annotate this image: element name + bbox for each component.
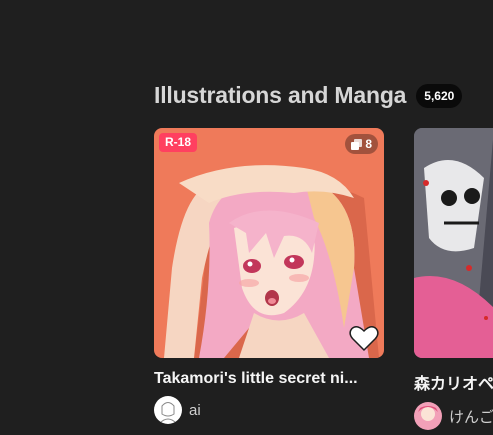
avatar (414, 402, 442, 430)
author-link[interactable]: ai (154, 396, 384, 424)
artwork-thumbnail[interactable]: R-18 8 (154, 128, 384, 358)
artwork-title[interactable]: Takamori's little secret ni... (154, 370, 378, 388)
author-name: ai (189, 401, 201, 419)
avatar (154, 396, 182, 424)
page-count: 8 (365, 137, 372, 151)
count-badge: 5,620 (416, 83, 463, 108)
artwork-thumbnail[interactable] (414, 128, 493, 358)
page-count-badge: 8 (345, 134, 378, 154)
r18-badge: R-18 (159, 133, 198, 152)
section-header: Illustrations and Manga 5,620 (154, 82, 463, 109)
pages-icon (351, 138, 363, 150)
artwork-title[interactable]: 森カリオペ (414, 370, 493, 394)
artwork-card: 森カリオペ けんご (414, 128, 493, 430)
artwork-card: R-18 8 Takamori's little secret ni... ai (154, 128, 384, 424)
section-title: Illustrations and Manga (154, 82, 407, 108)
heart-icon (349, 325, 379, 352)
like-button[interactable] (348, 322, 380, 354)
author-name: けんご (449, 408, 493, 426)
author-link[interactable]: けんご (414, 402, 493, 430)
artwork-image (414, 128, 493, 358)
page: Illustrations and Manga 5,620 R-18 8 Tak… (0, 0, 493, 435)
